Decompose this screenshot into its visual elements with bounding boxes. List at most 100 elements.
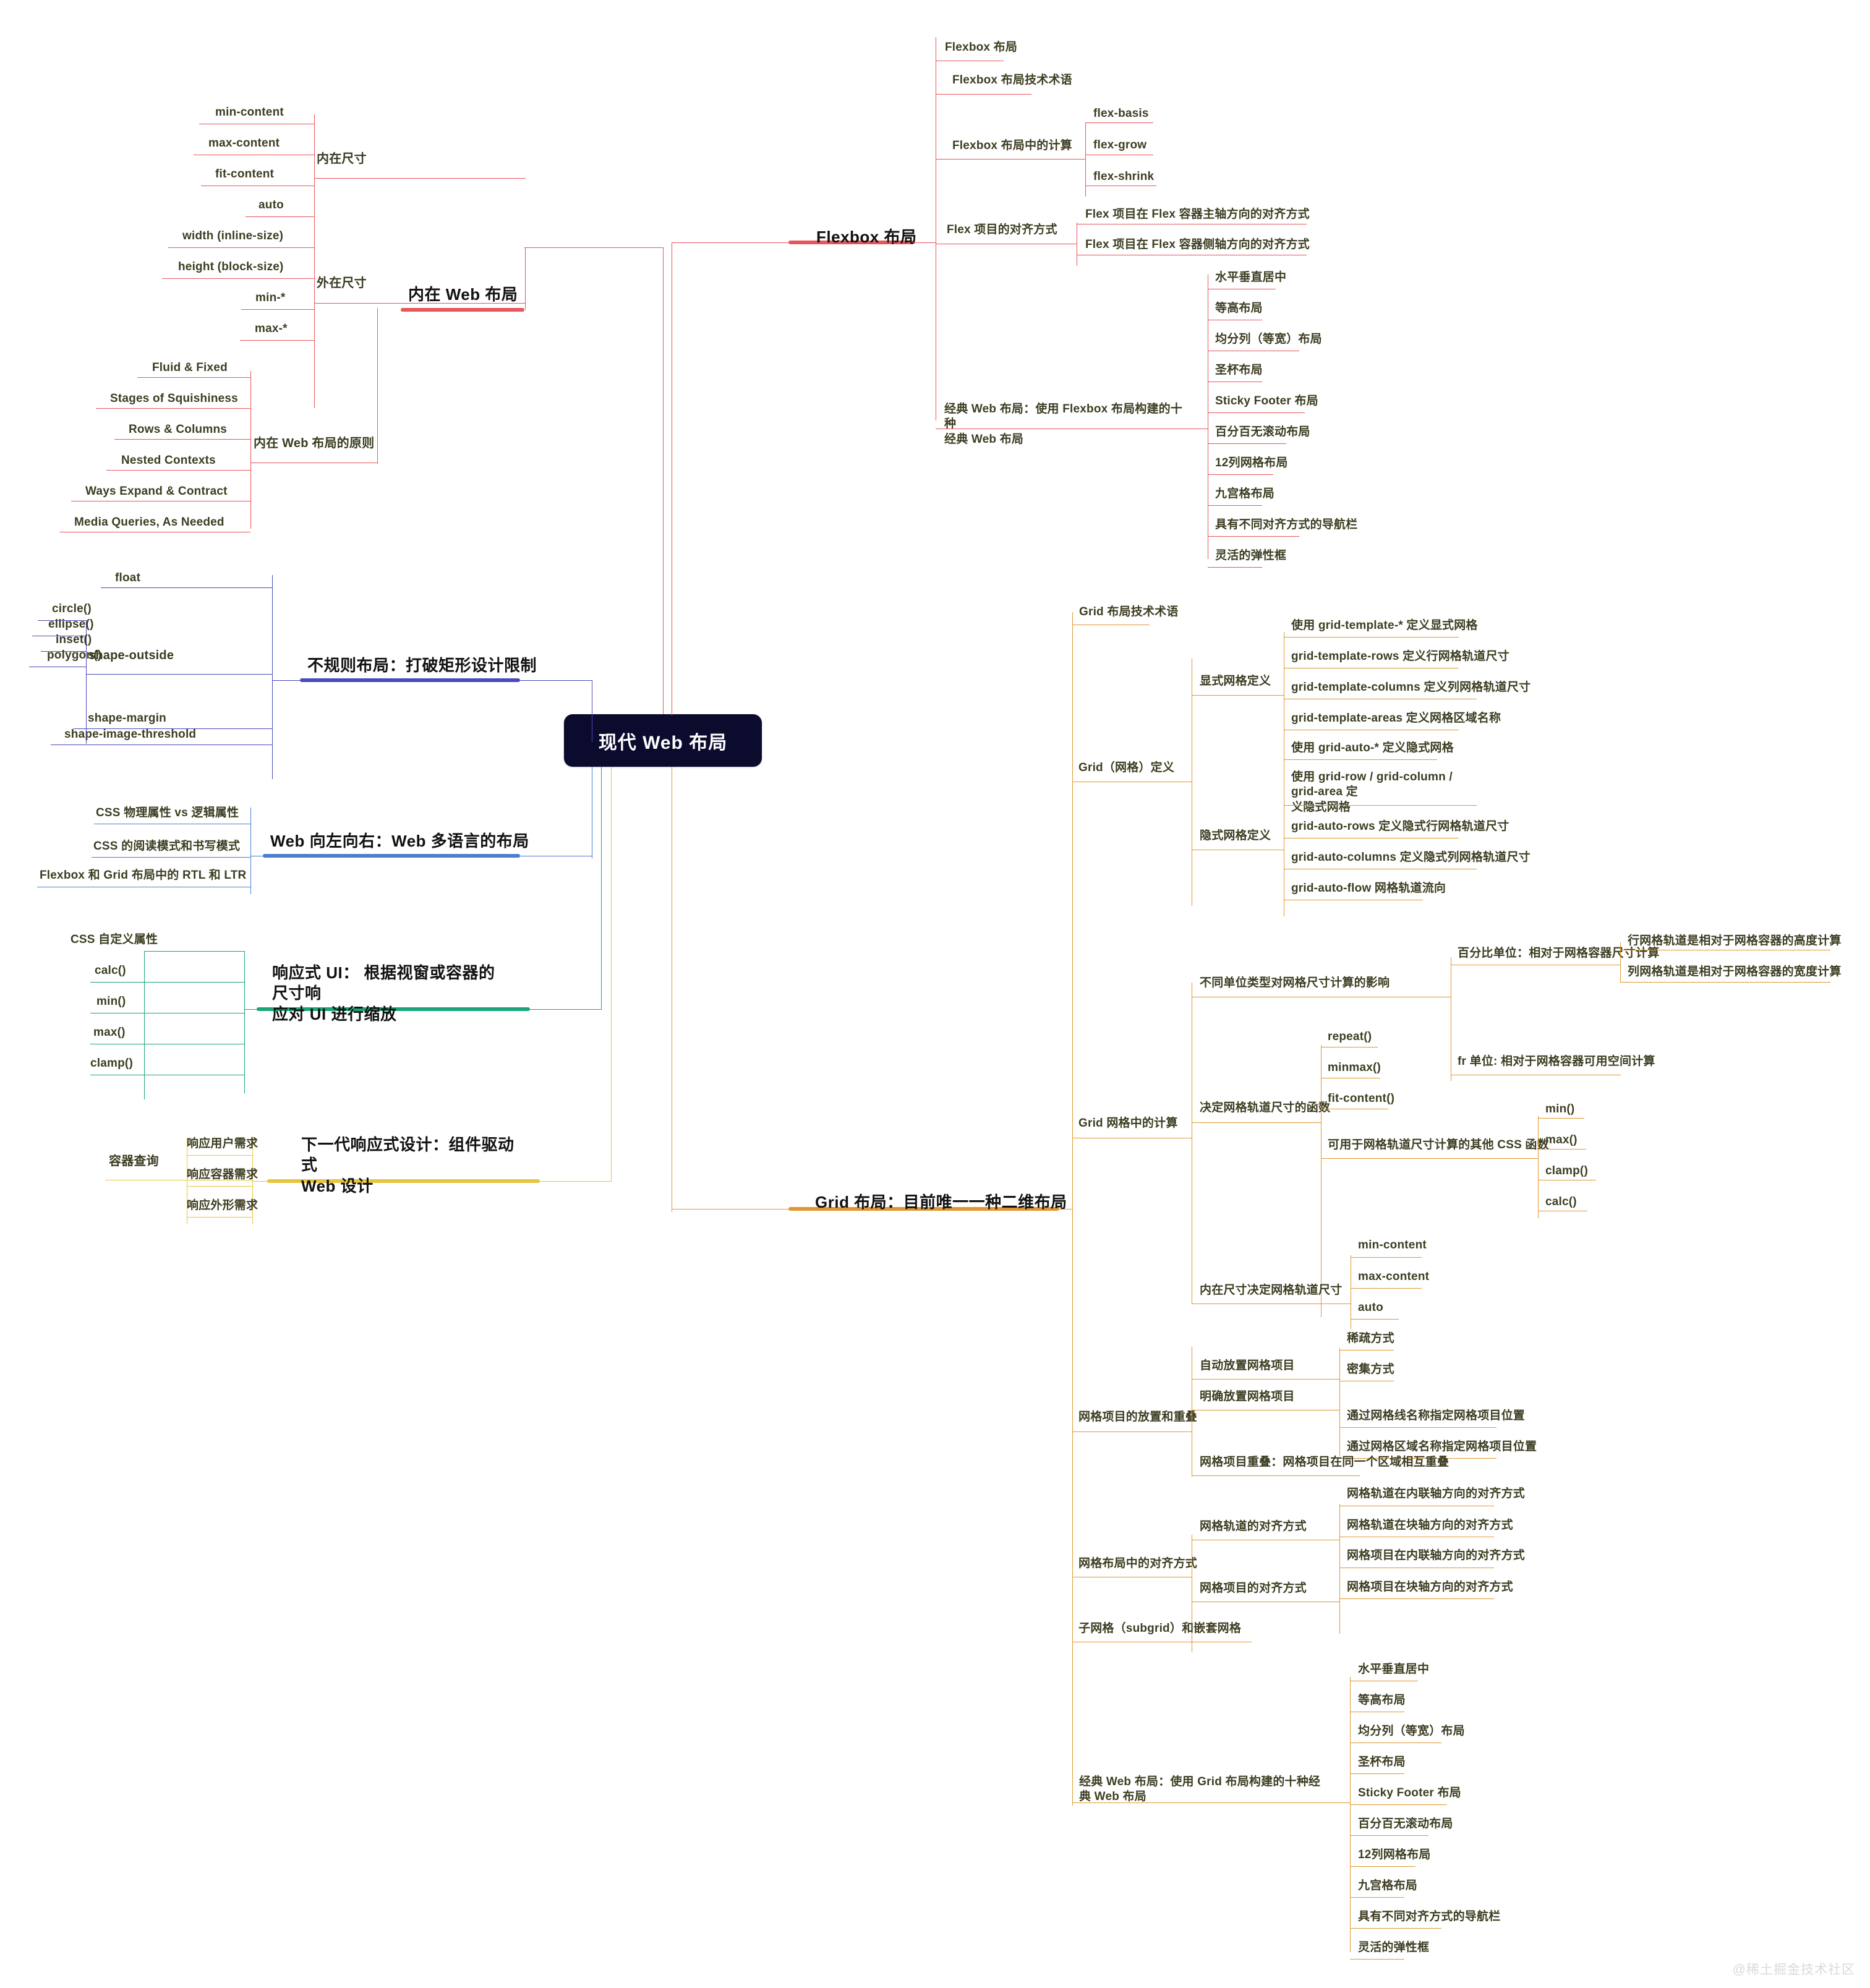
leaf-node[interactable]: 使用 grid-row / grid-column / grid-area 定 … (1291, 770, 1477, 815)
branch-label-direction[interactable]: Web 向左向右：Web 多语言的布局 (270, 831, 529, 851)
leaf-node[interactable]: min-content (1358, 1238, 1427, 1253)
group-label-principles[interactable]: 内在 Web 布局的原则 (254, 436, 374, 452)
leaf-node[interactable]: Sticky Footer 布局 (1358, 1786, 1461, 1801)
branch-label-intrinsic[interactable]: 内在 Web 布局 (408, 284, 518, 305)
leaf-node[interactable]: 圣杯布局 (1215, 363, 1263, 378)
leaf-node[interactable]: flex-grow (1093, 138, 1146, 153)
leaf-node[interactable]: shape-margin (88, 711, 166, 726)
group-label-other-css-functions[interactable]: 可用于网格轨道尺寸计算的其他 CSS 函数 (1328, 1138, 1549, 1153)
leaf-node[interactable]: float (115, 571, 140, 586)
leaf-node[interactable]: grid-auto-columns 定义隐式列网格轨道尺寸 (1291, 850, 1531, 865)
leaf-node[interactable]: clamp() (90, 1056, 133, 1071)
leaf-node[interactable]: width (inline-size) (182, 229, 283, 244)
group-label-flexbox-calc[interactable]: Flexbox 布局中的计算 (952, 139, 1072, 153)
leaf-node[interactable]: Ways Expand & Contract (85, 484, 228, 499)
leaf-node[interactable]: max() (93, 1025, 126, 1040)
group-label-intrinsic-track[interactable]: 内在尺寸决定网格轨道尺寸 (1200, 1283, 1342, 1298)
leaf-node[interactable]: 响应外形需求 (187, 1198, 258, 1213)
leaf-node[interactable]: grid-template-rows 定义行网格轨道尺寸 (1291, 649, 1509, 664)
leaf-node[interactable]: repeat() (1328, 1030, 1372, 1044)
group-label-grid-calculation[interactable]: Grid 网格中的计算 (1078, 1116, 1178, 1131)
leaf-node[interactable]: Grid 布局技术术语 (1079, 605, 1179, 620)
leaf-node[interactable]: height (block-size) (178, 260, 284, 275)
leaf-node[interactable]: 圣杯布局 (1358, 1755, 1406, 1770)
leaf-node[interactable]: 网格项目在块轴方向的对齐方式 (1347, 1580, 1513, 1595)
leaf-node[interactable]: grid-auto-flow 网格轨道流向 (1291, 881, 1446, 896)
leaf-node[interactable]: 网格项目重叠：网格项目在同一个区域相互重叠 (1200, 1455, 1449, 1470)
leaf-node[interactable]: Flex 项目在 Flex 容器侧轴方向的对齐方式 (1085, 237, 1310, 252)
leaf-node[interactable]: circle() (52, 602, 92, 616)
group-label-grid-definition[interactable]: Grid（网格）定义 (1078, 761, 1174, 775)
group-label-auto-placement[interactable]: 自动放置网格项目 (1200, 1359, 1295, 1373)
leaf-node[interactable]: Flex 项目在 Flex 容器主轴方向的对齐方式 (1085, 207, 1310, 222)
leaf-node[interactable]: 具有不同对齐方式的导航栏 (1215, 518, 1357, 532)
leaf-node[interactable]: Nested Contexts (121, 453, 216, 468)
leaf-node[interactable]: 子网格（subgrid）和嵌套网格 (1078, 1621, 1241, 1636)
leaf-node[interactable]: fit-content (215, 167, 274, 182)
leaf-node[interactable]: CSS 的阅读模式和书写模式 (93, 839, 240, 854)
leaf-node[interactable]: auto (1358, 1300, 1383, 1315)
leaf-node[interactable]: 密集方式 (1347, 1362, 1394, 1377)
leaf-node[interactable]: flex-shrink (1093, 169, 1154, 184)
leaf-node[interactable]: 等高布局 (1358, 1693, 1406, 1708)
leaf-node[interactable]: 等高布局 (1215, 301, 1263, 316)
leaf-node[interactable]: Sticky Footer 布局 (1215, 394, 1318, 409)
leaf-node[interactable]: clamp() (1545, 1164, 1588, 1179)
branch-label-responsive[interactable]: 响应式 UI： 根据视窗或容器的尺寸响 应对 UI 进行缩放 (272, 963, 501, 1025)
group-label-explicit-placement[interactable]: 明确放置网格项目 (1200, 1389, 1295, 1404)
leaf-node[interactable]: max() (1545, 1133, 1578, 1148)
leaf-node[interactable]: 响应容器需求 (187, 1167, 258, 1182)
leaf-node[interactable]: 水平垂直居中 (1215, 270, 1286, 285)
leaf-node[interactable]: CSS 物理属性 vs 逻辑属性 (96, 806, 239, 821)
leaf-node[interactable]: min() (96, 994, 126, 1009)
leaf-node[interactable]: CSS 自定义属性 (70, 932, 158, 947)
group-label-extrinsic-size[interactable]: 外在尺寸 (317, 276, 367, 292)
leaf-node[interactable]: calc() (1545, 1195, 1577, 1209)
root-node[interactable]: 现代 Web 布局 (564, 714, 762, 767)
leaf-node[interactable]: max-* (255, 322, 288, 336)
leaf-node[interactable]: calc() (95, 963, 126, 978)
leaf-node[interactable]: 稀疏方式 (1347, 1331, 1394, 1346)
leaf-node[interactable]: max-content (208, 136, 280, 151)
leaf-node[interactable]: Media Queries, As Needed (74, 515, 224, 530)
leaf-node[interactable]: 网格轨道在内联轴方向的对齐方式 (1347, 1487, 1525, 1501)
leaf-node[interactable]: 网格项目在内联轴方向的对齐方式 (1347, 1548, 1525, 1563)
leaf-node[interactable]: polygon() (47, 648, 101, 663)
leaf-node[interactable]: shape-image-threshold (64, 727, 196, 742)
leaf-node[interactable]: 灵活的弹性框 (1215, 548, 1286, 563)
branch-label-irregular[interactable]: 不规则布局：打破矩形设计限制 (307, 655, 537, 676)
leaf-node[interactable]: min-* (255, 291, 286, 305)
leaf-node[interactable]: 具有不同对齐方式的导航栏 (1358, 1909, 1500, 1924)
leaf-node[interactable]: 均分列（等宽）布局 (1215, 332, 1322, 347)
group-label-item-alignment[interactable]: 网格项目的对齐方式 (1200, 1581, 1307, 1596)
leaf-node[interactable]: 12列网格布局 (1215, 456, 1288, 471)
group-label-track-alignment[interactable]: 网格轨道的对齐方式 (1200, 1519, 1307, 1534)
leaf-node[interactable]: auto (258, 198, 284, 213)
leaf-node[interactable]: 使用 grid-auto-* 定义隐式网格 (1291, 741, 1454, 756)
group-label-implicit-grid[interactable]: 隐式网格定义 (1200, 829, 1271, 843)
group-label-intrinsic-size[interactable]: 内在尺寸 (317, 151, 367, 168)
leaf-node[interactable]: 列网格轨道是相对于网格容器的宽度计算 (1628, 965, 1842, 979)
leaf-node[interactable]: 使用 grid-template-* 定义显式网格 (1291, 618, 1478, 633)
branch-label-nextgen[interactable]: 下一代响应式设计：组件驱动式 Web 设计 (301, 1135, 524, 1197)
leaf-node[interactable]: Flexbox 和 Grid 布局中的 RTL 和 LTR (40, 868, 246, 883)
group-label-track-functions[interactable]: 决定网格轨道尺寸的函数 (1200, 1101, 1330, 1116)
leaf-node[interactable]: ellipse() (48, 617, 94, 632)
leaf-node[interactable]: 通过网格线名称指定网格项目位置 (1347, 1409, 1525, 1423)
leaf-node[interactable]: 灵活的弹性框 (1358, 1940, 1429, 1955)
leaf-node[interactable]: 12列网格布局 (1358, 1848, 1431, 1862)
branch-label-flexbox[interactable]: Flexbox 布局 (816, 227, 916, 247)
leaf-node[interactable]: grid-template-areas 定义网格区域名称 (1291, 711, 1501, 726)
group-label-placement[interactable]: 网格项目的放置和重叠 (1078, 1410, 1197, 1425)
leaf-node[interactable]: flex-basis (1093, 106, 1149, 121)
leaf-node[interactable]: 百分百无滚动布局 (1358, 1817, 1453, 1832)
leaf-node[interactable]: 响应用户需求 (187, 1137, 258, 1151)
group-label-grid-classic[interactable]: 经典 Web 布局：使用 Grid 布局构建的十种经 典 Web 布局 (1079, 1775, 1339, 1805)
leaf-node[interactable]: grid-auto-rows 定义隐式行网格轨道尺寸 (1291, 819, 1509, 834)
leaf-node[interactable]: inset() (56, 633, 92, 647)
leaf-node[interactable]: minmax() (1328, 1060, 1381, 1075)
leaf-node[interactable]: fit-content() (1328, 1091, 1394, 1106)
group-label-flexbox-classic[interactable]: 经典 Web 布局：使用 Flexbox 布局构建的十种 经典 Web 布局 (944, 402, 1185, 447)
leaf-node[interactable]: fr 单位: 相对于网格容器可用空间计算 (1458, 1054, 1655, 1069)
leaf-node[interactable]: grid-template-columns 定义列网格轨道尺寸 (1291, 680, 1531, 695)
